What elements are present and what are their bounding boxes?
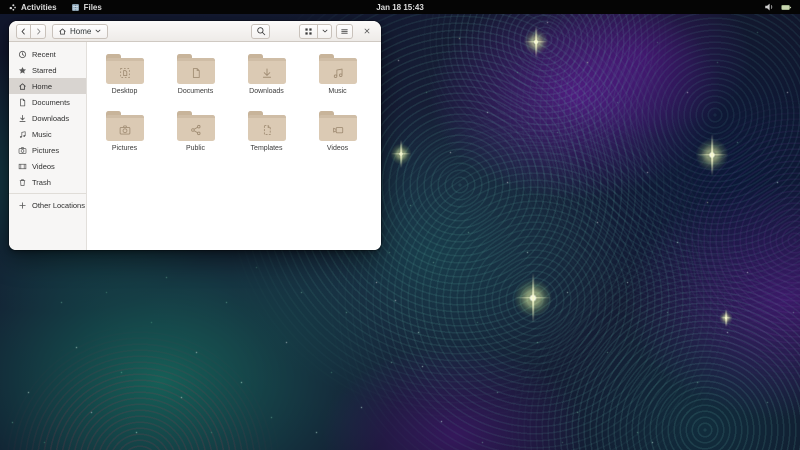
file-label: Downloads <box>249 88 284 95</box>
star <box>523 29 549 55</box>
folder-icon <box>106 58 144 84</box>
close-button[interactable] <box>360 24 374 38</box>
folder-icon <box>106 115 144 141</box>
file-label: Desktop <box>112 88 138 95</box>
view-toggle <box>299 24 332 39</box>
distro-logo-icon <box>8 3 17 12</box>
star <box>695 138 729 172</box>
sidebar-item-trash[interactable]: Trash <box>9 174 86 190</box>
file-view[interactable]: Desktop Documents <box>87 42 381 250</box>
star <box>513 278 553 318</box>
volume-icon <box>764 2 774 12</box>
chevron-down-icon <box>321 27 329 35</box>
folder-pictures[interactable]: Pictures <box>89 108 160 165</box>
files-window: Home <box>9 21 381 250</box>
download-emblem-icon <box>260 66 273 79</box>
desktop-emblem-icon <box>118 66 131 79</box>
download-icon <box>18 114 27 123</box>
camera-icon <box>18 146 27 155</box>
folder-icon <box>319 58 357 84</box>
top-bar: Activities Files Jan 18 15:43 <box>0 0 800 14</box>
file-label: Templates <box>251 145 283 152</box>
sidebar-item-music[interactable]: Music <box>9 126 86 142</box>
forward-button[interactable] <box>31 24 46 39</box>
menu-button[interactable] <box>336 24 353 39</box>
template-emblem-icon <box>260 123 273 136</box>
camcorder-emblem-icon <box>331 123 344 136</box>
document-emblem-icon <box>189 66 202 79</box>
search-button[interactable] <box>251 24 270 39</box>
sidebar-item-home[interactable]: Home <box>9 78 86 94</box>
path-bar-button[interactable]: Home <box>52 24 108 39</box>
sidebar-separator <box>9 193 86 194</box>
folder-videos[interactable]: Videos <box>302 108 373 165</box>
activities-button[interactable]: Activities <box>8 0 57 14</box>
app-menu-label: Files <box>84 3 102 12</box>
app-menu-button[interactable]: Files <box>71 0 102 14</box>
folder-icon <box>248 115 286 141</box>
trash-icon <box>18 178 27 187</box>
chevron-left-icon <box>19 27 28 36</box>
sidebar: Recent Starred Home Documents <box>9 42 87 250</box>
film-icon <box>18 162 27 171</box>
header-bar[interactable]: Home <box>9 21 381 42</box>
file-label: Music <box>328 88 346 95</box>
sidebar-item-downloads[interactable]: Downloads <box>9 110 86 126</box>
file-label: Pictures <box>112 145 137 152</box>
star <box>719 311 733 325</box>
document-icon <box>18 98 27 107</box>
clock-icon <box>18 50 27 59</box>
sidebar-item-pictures[interactable]: Pictures <box>9 142 86 158</box>
plus-icon <box>18 201 27 210</box>
battery-icon <box>781 3 792 12</box>
close-icon <box>363 27 371 35</box>
folder-icon <box>177 115 215 141</box>
clock[interactable]: Jan 18 15:43 <box>376 0 424 14</box>
grid-view-icon <box>304 27 313 36</box>
folder-templates[interactable]: Templates <box>231 108 302 165</box>
path-label: Home <box>70 27 91 36</box>
file-label: Videos <box>327 145 348 152</box>
sidebar-item-other-locations[interactable]: Other Locations <box>9 197 86 213</box>
folder-icon <box>177 58 215 84</box>
sidebar-item-recent[interactable]: Recent <box>9 46 86 62</box>
folder-music[interactable]: Music <box>302 51 373 108</box>
wallpaper-rings <box>0 325 280 450</box>
hamburger-icon <box>340 27 349 36</box>
folder-icon <box>319 115 357 141</box>
icon-grid: Desktop Documents <box>89 51 381 165</box>
home-icon <box>18 82 27 91</box>
chevron-down-icon <box>94 27 102 35</box>
home-icon <box>58 27 67 36</box>
folder-public[interactable]: Public <box>160 108 231 165</box>
folder-desktop[interactable]: Desktop <box>89 51 160 108</box>
view-options-button[interactable] <box>318 24 332 39</box>
files-app-icon <box>71 3 80 12</box>
star-icon <box>18 66 27 75</box>
share-emblem-icon <box>189 123 202 136</box>
activities-label: Activities <box>21 3 57 12</box>
back-button[interactable] <box>16 24 31 39</box>
system-status-area[interactable] <box>764 0 792 14</box>
music-emblem-icon <box>331 66 344 79</box>
star <box>390 143 412 165</box>
music-note-icon <box>18 130 27 139</box>
nav-buttons <box>16 24 46 39</box>
grid-view-button[interactable] <box>299 24 318 39</box>
search-icon <box>256 26 266 36</box>
folder-documents[interactable]: Documents <box>160 51 231 108</box>
sidebar-item-starred[interactable]: Starred <box>9 62 86 78</box>
folder-icon <box>248 58 286 84</box>
camera-emblem-icon <box>118 123 131 136</box>
chevron-right-icon <box>34 27 43 36</box>
sidebar-item-documents[interactable]: Documents <box>9 94 86 110</box>
folder-downloads[interactable]: Downloads <box>231 51 302 108</box>
sidebar-item-videos[interactable]: Videos <box>9 158 86 174</box>
file-label: Public <box>186 145 205 152</box>
file-label: Documents <box>178 88 213 95</box>
